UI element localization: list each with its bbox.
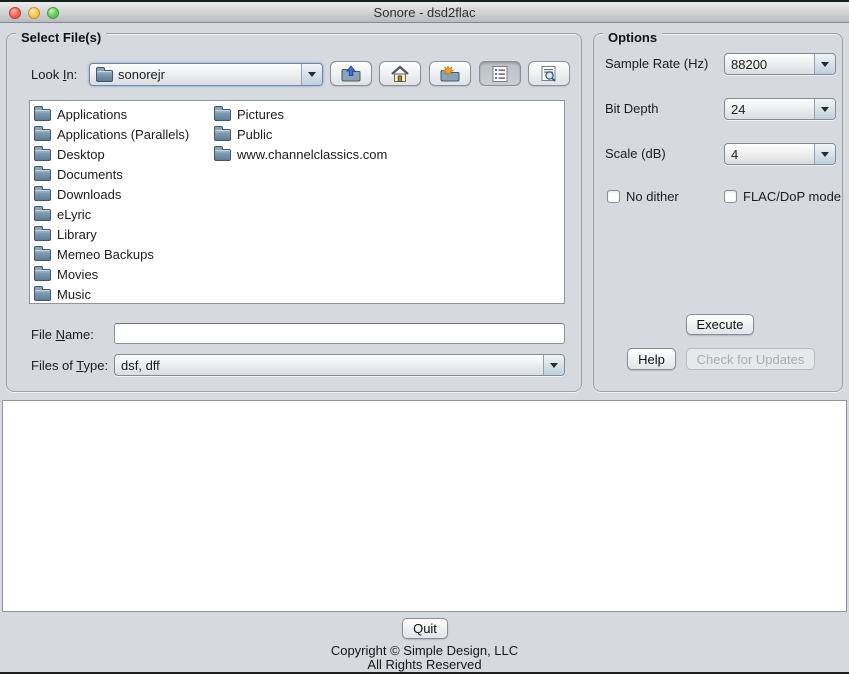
up-folder-icon: [340, 65, 362, 83]
scale-label: Scale (dB): [605, 146, 666, 162]
list-item[interactable]: Desktop: [34, 144, 189, 164]
bit-depth-label: Bit Depth: [605, 101, 658, 117]
sample-rate-combobox[interactable]: 88200: [724, 53, 836, 75]
folder-icon: [34, 249, 51, 261]
folder-icon: [34, 269, 51, 281]
look-in-value: sonorejr: [118, 67, 165, 82]
select-files-group: Select File(s) Look In: sonorejr: [6, 33, 582, 392]
details-view-icon: [539, 65, 559, 83]
list-item-label: Applications: [57, 107, 127, 122]
log-output-area: [2, 400, 847, 612]
list-item-label: www.channelclassics.com: [237, 147, 387, 162]
folder-icon: [34, 229, 51, 241]
bit-depth-value: 24: [731, 102, 745, 117]
copyright-line1: Copyright © Simple Design, LLC: [0, 643, 849, 658]
list-item-label: Library: [57, 227, 97, 242]
sample-rate-value: 88200: [731, 57, 767, 72]
scale-combobox[interactable]: 4: [724, 143, 836, 165]
folder-icon: [34, 169, 51, 181]
flac-dop-label: FLAC/DoP mode: [743, 189, 841, 205]
list-item[interactable]: Memeo Backups: [34, 244, 189, 264]
execute-button[interactable]: Execute: [686, 314, 754, 335]
files-of-type-value: dsf, dff: [121, 358, 160, 373]
list-item[interactable]: Library: [34, 224, 189, 244]
folder-icon: [34, 189, 51, 201]
list-item-label: Movies: [57, 267, 98, 282]
dropdown-arrow-icon: [301, 64, 322, 85]
list-item[interactable]: Pictures: [214, 104, 387, 124]
list-item-label: Applications (Parallels): [57, 127, 189, 142]
dropdown-arrow-icon: [543, 355, 564, 375]
copyright-line2: All Rights Reserved: [0, 657, 849, 672]
select-files-group-title: Select File(s): [16, 30, 106, 45]
app-window: Sonore - dsd2flac Select File(s) Look In…: [0, 0, 849, 674]
flac-dop-checkbox[interactable]: [724, 190, 737, 203]
files-of-type-label: Files of Type:: [31, 358, 108, 374]
scale-value: 4: [731, 147, 738, 162]
list-item[interactable]: Documents: [34, 164, 189, 184]
list-item[interactable]: www.channelclassics.com: [214, 144, 387, 164]
look-in-label: Look In:: [31, 67, 77, 83]
list-item-label: Pictures: [237, 107, 284, 122]
list-item[interactable]: Applications: [34, 104, 189, 124]
dropdown-arrow-icon: [814, 99, 835, 119]
list-item-label: Desktop: [57, 147, 105, 162]
folder-icon: [34, 149, 51, 161]
list-item[interactable]: Applications (Parallels): [34, 124, 189, 144]
sample-rate-label: Sample Rate (Hz): [605, 56, 708, 72]
folder-icon: [34, 129, 51, 141]
new-folder-button[interactable]: [429, 61, 471, 86]
list-item[interactable]: Downloads: [34, 184, 189, 204]
check-for-updates-button: Check for Updates: [686, 348, 815, 370]
home-button[interactable]: [379, 61, 421, 86]
folder-icon: [214, 129, 231, 141]
file-list[interactable]: Applications Applications (Parallels) De…: [29, 100, 565, 304]
bit-depth-combobox[interactable]: 24: [724, 98, 836, 120]
no-dither-label: No dither: [626, 189, 679, 205]
dropdown-arrow-icon: [814, 54, 835, 74]
file-name-input[interactable]: [114, 323, 565, 344]
list-item-label: Memeo Backups: [57, 247, 154, 262]
list-item[interactable]: Music: [34, 284, 189, 304]
look-in-combobox[interactable]: sonorejr: [89, 63, 323, 86]
list-item-label: Downloads: [57, 187, 121, 202]
options-group: Options Sample Rate (Hz) 88200 Bit Depth…: [593, 33, 843, 392]
list-item-label: Music: [57, 287, 91, 302]
folder-icon: [34, 289, 51, 301]
list-item[interactable]: Movies: [34, 264, 189, 284]
titlebar[interactable]: Sonore - dsd2flac: [0, 2, 849, 23]
list-view-button[interactable]: [479, 61, 521, 86]
list-view-icon: [491, 65, 509, 83]
no-dither-checkbox[interactable]: [607, 190, 620, 203]
list-item-label: Documents: [57, 167, 123, 182]
list-item[interactable]: eLyric: [34, 204, 189, 224]
dropdown-arrow-icon: [814, 144, 835, 164]
home-icon: [390, 65, 410, 83]
file-name-label: File Name:: [31, 327, 94, 343]
new-folder-icon: [439, 65, 461, 83]
folder-icon: [34, 109, 51, 121]
folder-icon: [96, 70, 113, 82]
list-item-label: Public: [237, 127, 272, 142]
list-item[interactable]: Public: [214, 124, 387, 144]
folder-icon: [214, 109, 231, 121]
window-title: Sonore - dsd2flac: [0, 5, 849, 20]
list-item-label: eLyric: [57, 207, 91, 222]
help-button[interactable]: Help: [627, 348, 676, 370]
folder-icon: [34, 209, 51, 221]
folder-icon: [214, 149, 231, 161]
details-view-button[interactable]: [528, 61, 570, 86]
quit-button[interactable]: Quit: [402, 618, 448, 639]
options-group-title: Options: [603, 30, 662, 45]
files-of-type-combobox[interactable]: dsf, dff: [114, 354, 565, 376]
up-one-level-button[interactable]: [330, 61, 372, 86]
